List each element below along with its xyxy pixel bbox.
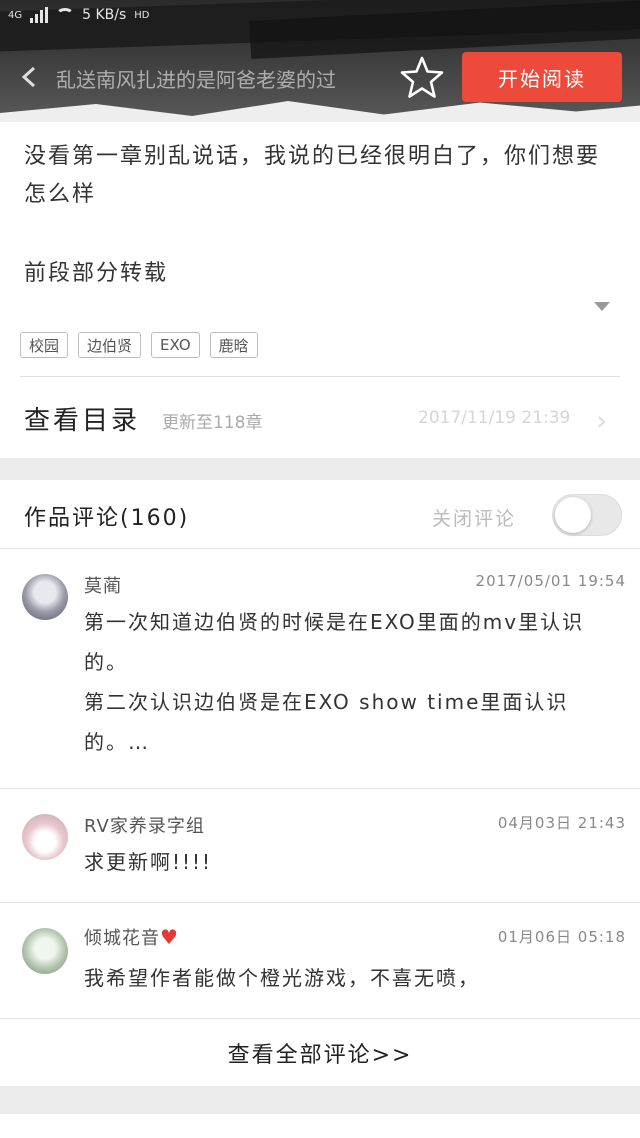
hd-label: HD <box>134 9 150 21</box>
favorite-button[interactable] <box>398 54 446 102</box>
chevron-right-icon: › <box>596 404 608 437</box>
comments-header: 作品评论(160) 关闭评论 <box>0 480 640 548</box>
view-all-comments-button[interactable]: 查看全部评论>> <box>0 1020 640 1086</box>
comment-text: 我希望作者能做个橙光游戏，不喜无喷， <box>84 966 480 990</box>
back-button[interactable] <box>14 62 44 92</box>
close-comments-label: 关闭评论 <box>432 508 517 530</box>
section-gap <box>0 458 640 480</box>
divider <box>20 376 620 377</box>
commenter-name: 倾城花音 <box>84 928 160 949</box>
close-comments-toggle[interactable] <box>552 494 622 536</box>
book-description-note: 前段部分转载 <box>24 261 169 286</box>
toggle-knob <box>555 497 591 533</box>
status-bar: 4G 5 KB/s HD <box>0 0 640 30</box>
comment-item[interactable]: 倾城花音♥ 01月06日 05:18 我希望作者能做个橙光游戏，不喜无喷， <box>0 914 640 1018</box>
comment-time: 2017/05/01 19:54 <box>475 572 626 590</box>
table-of-contents-row[interactable]: 查看目录 更新至118章 2017/11/19 21:39 › <box>0 378 640 458</box>
arrow-left-icon <box>21 66 36 88</box>
tag[interactable]: 校园 <box>20 332 69 358</box>
commenter-name[interactable]: RV家养录字组 <box>84 812 205 838</box>
comment-item[interactable]: RV家养录字组 04月03日 21:43 求更新啊!!!! <box>0 800 640 902</box>
wifi-icon <box>56 8 75 22</box>
signal-icon <box>30 7 49 23</box>
divider <box>0 1018 640 1019</box>
comment-time: 01月06日 05:18 <box>497 928 626 946</box>
section-gap <box>0 1086 640 1114</box>
commenter-name-row[interactable]: 倾城花音♥ <box>84 924 179 950</box>
divider <box>0 902 640 903</box>
book-title: 乱送南风扎进的是阿爸老婆的过 <box>56 68 336 92</box>
tag-list: 校园 边伯贤 EXO 鹿晗 <box>20 332 258 358</box>
tag[interactable]: 边伯贤 <box>78 332 142 358</box>
comment-text: 求更新啊!!!! <box>84 850 213 874</box>
start-reading-button[interactable]: 开始阅读 <box>462 52 622 102</box>
network-label: 4G <box>8 9 23 21</box>
tag[interactable]: EXO <box>151 332 200 358</box>
book-description: 没看第一章别乱说话，我说的已经很明白了，你们想要怎么样 <box>24 144 601 207</box>
comments-title: 作品评论(160) <box>24 506 190 531</box>
toc-update-count: 更新至118章 <box>162 413 263 433</box>
avatar[interactable] <box>22 928 68 974</box>
avatar[interactable] <box>22 814 68 860</box>
heart-icon: ♥ <box>160 925 179 949</box>
tag[interactable]: 鹿晗 <box>209 332 258 358</box>
comment-time: 04月03日 21:43 <box>497 814 626 832</box>
network-speed: 5 KB/s <box>82 7 127 23</box>
avatar[interactable] <box>22 574 68 620</box>
toc-label: 查看目录 <box>24 406 141 436</box>
commenter-name[interactable]: 莫蔺 <box>84 572 122 598</box>
divider <box>0 788 640 789</box>
star-icon <box>400 56 444 98</box>
comment-text: 第一次知道边伯贤的时候是在EXO里面的mv里认识的。 第二次认识边伯贤是在EXO… <box>84 610 585 754</box>
toc-update-date: 2017/11/19 21:39 <box>418 408 571 428</box>
divider <box>0 548 640 549</box>
comment-item[interactable]: 莫蔺 2017/05/01 19:54 第一次知道边伯贤的时候是在EXO里面的m… <box>0 560 640 788</box>
expand-description-icon[interactable] <box>594 302 610 311</box>
